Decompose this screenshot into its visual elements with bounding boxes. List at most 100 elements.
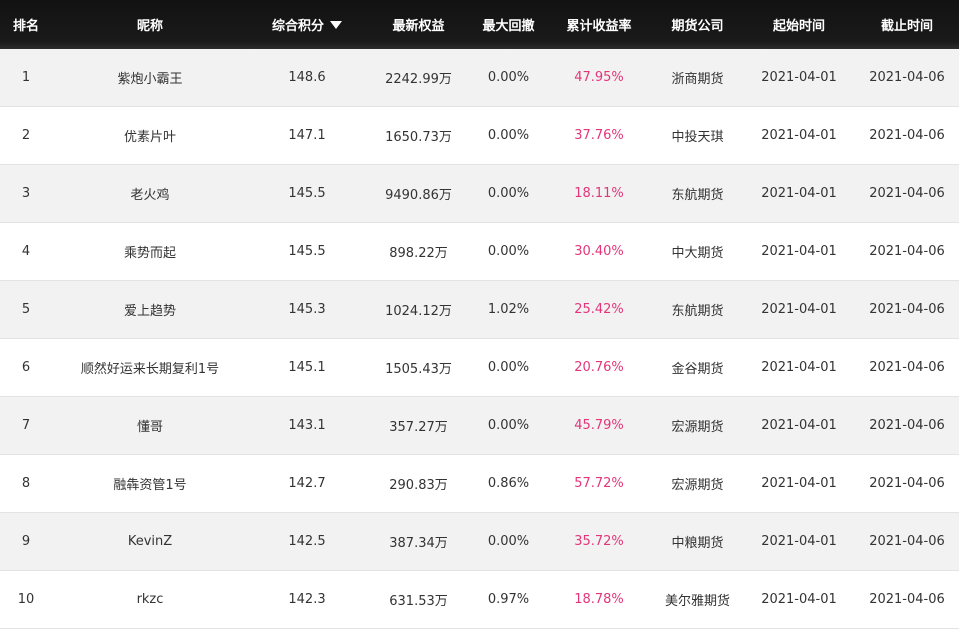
cell-yield: 30.40% [546,222,652,281]
cell-score: 143.1 [248,396,366,455]
cell-equity: 1650.73万 [366,106,471,165]
cell-rank: 10 [0,570,52,629]
cell-company: 东航期货 [652,280,743,339]
table-header-row: 排名 昵称 综合积分 最新权益 最大回撤 累计收益率 期货公司 起始时间 截止时… [0,0,959,49]
cell-end-date: 2021-04-06 [855,280,959,339]
cell-end-date: 2021-04-06 [855,49,959,107]
cell-yield: 57.72% [546,454,652,513]
table-row[interactable]: 4 乘势而起 145.5 898.22万 0.00% 30.40% 中大期货 2021-04-… [0,222,959,281]
table-row[interactable]: 10 rkzc 142.3 631.53万 0.97% 18.78% 美尔雅期货 2021-0… [0,570,959,629]
cell-equity: 2242.99万 [366,49,471,107]
cell-company: 中大期货 [652,222,743,281]
cell-yield: 35.72% [546,512,652,571]
header-nickname: 昵称 [52,0,248,49]
cell-nickname: 懂哥 [52,396,248,455]
table-row[interactable]: 7 懂哥 143.1 357.27万 0.00% 45.79% 宏源期货 2021-04-01… [0,396,959,455]
cell-rank: 8 [0,454,52,513]
cell-start-date: 2021-04-01 [743,164,855,223]
cell-equity: 1024.12万 [366,280,471,339]
cell-equity: 631.53万 [366,570,471,629]
cell-nickname: 老火鸡 [52,164,248,223]
cell-score: 145.3 [248,280,366,339]
cell-start-date: 2021-04-01 [743,338,855,397]
cell-drawdown: 0.86% [471,454,546,513]
cell-end-date: 2021-04-06 [855,570,959,629]
cell-yield: 25.42% [546,280,652,339]
cell-equity: 290.83万 [366,454,471,513]
cell-start-date: 2021-04-01 [743,512,855,571]
cell-yield: 20.76% [546,338,652,397]
cell-rank: 5 [0,280,52,339]
cell-equity: 1505.43万 [366,338,471,397]
cell-nickname: rkzc [52,570,248,629]
cell-start-date: 2021-04-01 [743,396,855,455]
table-row[interactable]: 6 顺然好运来长期复利1号 145.1 1505.43万 0.00% 20.76% 金谷期货… [0,338,959,397]
cell-drawdown: 0.00% [471,338,546,397]
cell-yield: 47.95% [546,49,652,107]
cell-rank: 1 [0,49,52,107]
cell-company: 中粮期货 [652,512,743,571]
cell-equity: 898.22万 [366,222,471,281]
table-row[interactable]: 8 融犇资管1号 142.7 290.83万 0.86% 57.72% 宏源期货 2021-0… [0,454,959,513]
header-start: 起始时间 [743,0,855,49]
table-row[interactable]: 3 老火鸡 145.5 9490.86万 0.00% 18.11% 东航期货 2021-04-… [0,164,959,223]
cell-yield: 18.11% [546,164,652,223]
cell-score: 142.3 [248,570,366,629]
cell-end-date: 2021-04-06 [855,454,959,513]
cell-score: 142.5 [248,512,366,571]
ranking-table: 排名 昵称 综合积分 最新权益 最大回撤 累计收益率 期货公司 起始时间 截止时… [0,0,959,629]
cell-drawdown: 1.02% [471,280,546,339]
cell-nickname: 融犇资管1号 [52,454,248,513]
cell-nickname: 顺然好运来长期复利1号 [52,338,248,397]
header-drawdown: 最大回撤 [471,0,546,49]
cell-score: 142.7 [248,454,366,513]
cell-rank: 7 [0,396,52,455]
cell-company: 中投天琪 [652,106,743,165]
cell-company: 东航期货 [652,164,743,223]
cell-company: 宏源期货 [652,396,743,455]
cell-end-date: 2021-04-06 [855,106,959,165]
table-row[interactable]: 1 紫炮小霸王 148.6 2242.99万 0.00% 47.95% 浙商期货 2021-0… [0,49,959,107]
header-score-label: 综合积分 [271,19,324,34]
cell-drawdown: 0.00% [471,396,546,455]
header-yield: 累计收益率 [546,0,652,49]
cell-yield: 18.78% [546,570,652,629]
header-rank: 排名 [0,0,52,49]
header-equity: 最新权益 [366,0,471,49]
cell-company: 金谷期货 [652,338,743,397]
caret-down-icon[interactable] [330,21,342,29]
cell-equity: 357.27万 [366,396,471,455]
cell-drawdown: 0.00% [471,106,546,165]
header-score-sort[interactable]: 综合积分 [248,0,366,49]
cell-yield: 45.79% [546,396,652,455]
cell-drawdown: 0.00% [471,164,546,223]
cell-nickname: 紫炮小霸王 [52,49,248,107]
cell-start-date: 2021-04-01 [743,454,855,513]
cell-rank: 9 [0,512,52,571]
cell-score: 145.1 [248,338,366,397]
table-body: 1 紫炮小霸王 148.6 2242.99万 0.00% 47.95% 浙商期货 2021-0… [0,49,959,629]
cell-rank: 3 [0,164,52,223]
cell-end-date: 2021-04-06 [855,338,959,397]
cell-score: 145.5 [248,222,366,281]
cell-drawdown: 0.00% [471,222,546,281]
table-row[interactable]: 2 优素片叶 147.1 1650.73万 0.00% 37.76% 中投天琪 2021-04… [0,106,959,165]
cell-end-date: 2021-04-06 [855,512,959,571]
cell-start-date: 2021-04-01 [743,222,855,281]
cell-nickname: 乘势而起 [52,222,248,281]
cell-rank: 2 [0,106,52,165]
cell-nickname: 爱上趋势 [52,280,248,339]
cell-start-date: 2021-04-01 [743,106,855,165]
cell-equity: 387.34万 [366,512,471,571]
cell-score: 148.6 [248,49,366,107]
cell-drawdown: 0.00% [471,49,546,107]
cell-end-date: 2021-04-06 [855,164,959,223]
cell-company: 浙商期货 [652,49,743,107]
cell-start-date: 2021-04-01 [743,570,855,629]
table-row[interactable]: 5 爱上趋势 145.3 1024.12万 1.02% 25.42% 东航期货 2021-04… [0,280,959,339]
cell-yield: 37.76% [546,106,652,165]
cell-nickname: 优素片叶 [52,106,248,165]
cell-start-date: 2021-04-01 [743,280,855,339]
table-row[interactable]: 9 KevinZ 142.5 387.34万 0.00% 35.72% 中粮期货 2021-0… [0,512,959,571]
cell-start-date: 2021-04-01 [743,49,855,107]
